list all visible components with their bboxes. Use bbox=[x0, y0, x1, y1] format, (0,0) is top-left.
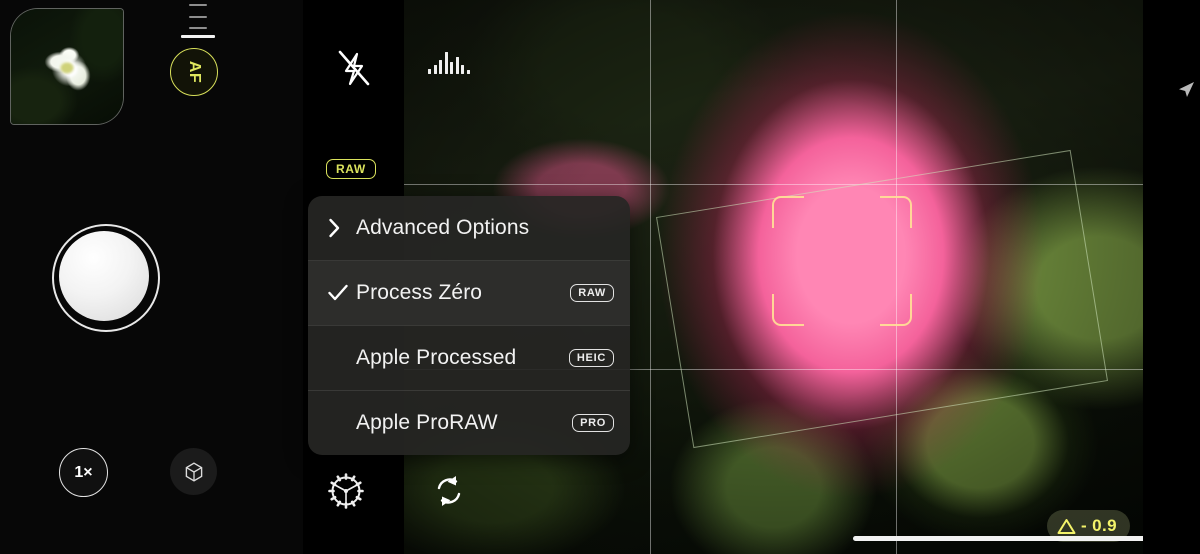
histogram-bar bbox=[439, 60, 442, 74]
tick-mark bbox=[189, 27, 207, 29]
histogram-bar bbox=[428, 69, 431, 74]
camera-flip-icon bbox=[437, 476, 461, 506]
left-control-panel: AF 1× bbox=[0, 0, 303, 554]
histogram-icon[interactable] bbox=[428, 48, 474, 74]
shutter-button-inner bbox=[59, 231, 149, 321]
focus-corner-bottom-right bbox=[880, 294, 912, 326]
location-arrow-icon bbox=[1176, 80, 1196, 100]
chevron-right-icon bbox=[328, 218, 356, 238]
thumbnail-flower-core bbox=[60, 61, 74, 73]
menu-item-format-badge: PRO bbox=[572, 414, 614, 432]
menu-item-label: Process Zéro bbox=[356, 281, 483, 304]
raw-mode-badge[interactable]: RAW bbox=[326, 159, 376, 179]
tick-mark bbox=[189, 4, 207, 6]
menu-item-format-badge: RAW bbox=[570, 284, 614, 302]
settings-button[interactable] bbox=[323, 468, 369, 514]
lens-selector-button[interactable] bbox=[170, 448, 217, 495]
focus-corner-top-right bbox=[880, 196, 912, 228]
menu-item-label: Advanced Options bbox=[356, 216, 530, 239]
flash-off-icon bbox=[338, 50, 370, 86]
histogram-bar bbox=[461, 65, 464, 74]
tick-current-indicator bbox=[181, 35, 215, 38]
grid-line-vertical bbox=[650, 0, 651, 554]
menu-item-apple-processed[interactable]: Apple Processed HEIC bbox=[308, 326, 630, 390]
menu-item-format-badge: HEIC bbox=[568, 349, 614, 367]
autofocus-button[interactable]: AF bbox=[170, 48, 218, 96]
tick-mark bbox=[189, 16, 207, 18]
exposure-compensation-value: - 0.9 bbox=[1080, 516, 1117, 535]
zoom-level-label: 1× bbox=[74, 463, 93, 481]
menu-item-label: Apple ProRAW bbox=[356, 411, 498, 434]
aperture-hexagon-icon bbox=[185, 461, 202, 482]
shutter-button[interactable] bbox=[52, 224, 160, 332]
histogram-bar bbox=[455, 57, 459, 74]
focus-bracket[interactable] bbox=[772, 196, 912, 326]
camera-app-screen: AF 1× RAW - 0.9 Advanced Options Process… bbox=[0, 0, 1200, 554]
zoom-level-button[interactable]: 1× bbox=[59, 448, 108, 497]
menu-item-advanced-options[interactable]: Advanced Options bbox=[308, 196, 630, 260]
histogram-bar bbox=[450, 62, 453, 74]
triangle-icon bbox=[1057, 518, 1076, 534]
autofocus-label: AF bbox=[186, 60, 203, 84]
check-icon bbox=[328, 284, 356, 302]
menu-item-apple-proraw[interactable]: Apple ProRAW PRO bbox=[308, 391, 630, 455]
menu-item-label: Apple Processed bbox=[356, 346, 517, 369]
histogram-bar bbox=[466, 70, 470, 74]
histogram-bar bbox=[433, 65, 437, 74]
home-indicator[interactable] bbox=[853, 536, 1143, 541]
gear-icon bbox=[328, 473, 364, 509]
focus-corner-top-left bbox=[772, 196, 804, 228]
exposure-tick-scale[interactable] bbox=[178, 0, 218, 40]
histogram-bar bbox=[444, 52, 448, 74]
flip-camera-button[interactable] bbox=[426, 468, 472, 514]
processing-mode-menu[interactable]: Advanced Options Process Zéro RAW Apple Pro… bbox=[308, 196, 630, 455]
last-photo-thumbnail[interactable] bbox=[10, 8, 124, 125]
menu-item-process-z-ro[interactable]: Process Zéro RAW bbox=[308, 261, 630, 325]
focus-corner-bottom-left bbox=[772, 294, 804, 326]
flash-toggle-button[interactable] bbox=[321, 40, 385, 96]
